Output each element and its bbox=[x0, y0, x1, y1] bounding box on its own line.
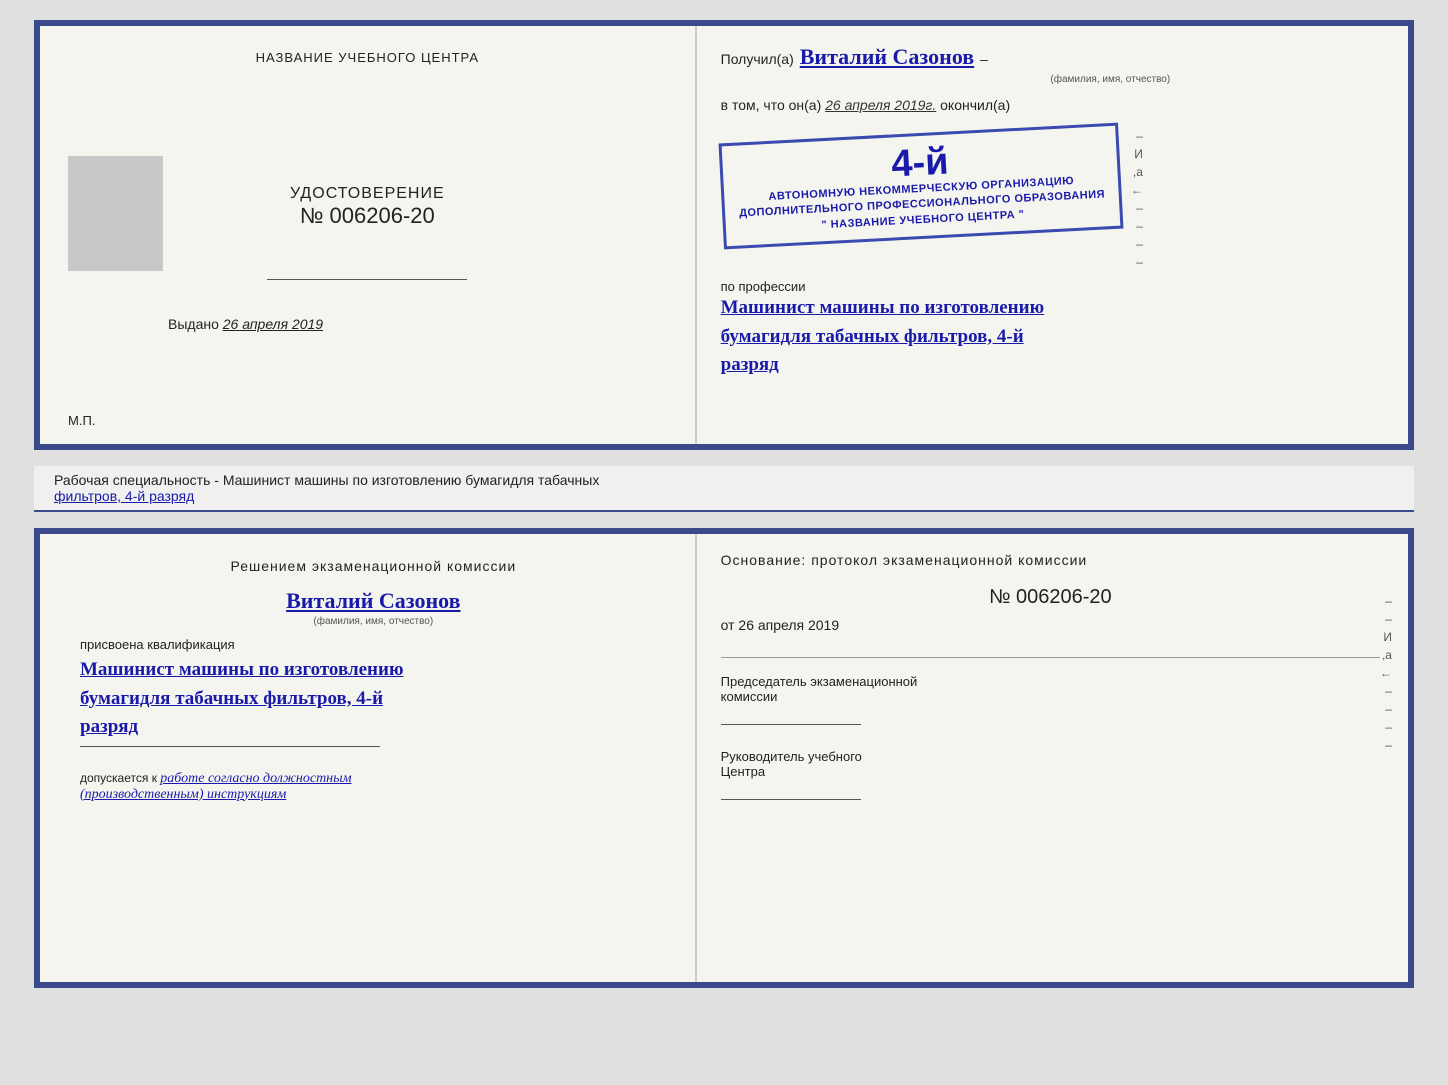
profession-label: по профессии bbox=[721, 279, 1380, 294]
training-center-label: НАЗВАНИЕ УЧЕБНОГО ЦЕНТРА bbox=[256, 50, 479, 65]
protocol-date-value: 26 апреля 2019 bbox=[738, 617, 839, 633]
certificate-block: УДОСТОВЕРЕНИЕ № 006206-20 bbox=[290, 185, 445, 229]
b-mark-dash5: – bbox=[1385, 720, 1392, 734]
date-prefix: в том, что он(а) bbox=[721, 97, 822, 113]
bottom-left-title: Решением экзаменационной комиссии bbox=[230, 558, 516, 574]
stamp-area: 4-й АВТОНОМНУЮ НЕКОММЕРЧЕСКУЮ ОРГАНИЗАЦИ… bbox=[721, 125, 1380, 269]
stamp-box: 4-й АВТОНОМНУЮ НЕКОММЕРЧЕСКУЮ ОРГАНИЗАЦИ… bbox=[718, 123, 1123, 250]
mark-dash3: – bbox=[1136, 219, 1143, 233]
recipient-line: Получил(а) Виталий Сазонов – bbox=[721, 44, 1380, 70]
b-mark-arrow: ← bbox=[1380, 666, 1392, 680]
top-document: НАЗВАНИЕ УЧЕБНОГО ЦЕНТРА УДОСТОВЕРЕНИЕ №… bbox=[34, 20, 1414, 450]
issued-label: Выдано bbox=[168, 316, 219, 332]
chairman-sig-line bbox=[721, 724, 861, 725]
issued-date: 26 апреля 2019 bbox=[223, 316, 323, 332]
cert-title: УДОСТОВЕРЕНИЕ bbox=[290, 185, 445, 203]
bottom-doc-right: Основание: протокол экзаменационной коми… bbox=[697, 534, 1408, 982]
qual-line1: Машинист машины по изготовлению bbox=[80, 656, 403, 685]
caption-bar: Рабочая специальность - Машинист машины … bbox=[34, 466, 1414, 512]
date-value: 26 апреля 2019г. bbox=[825, 97, 936, 113]
allowed-text: работе согласно должностным bbox=[160, 771, 351, 786]
date-line: в том, что он(а) 26 апреля 2019г. окончи… bbox=[721, 97, 1380, 113]
recipient-prefix: Получил(а) bbox=[721, 51, 794, 67]
profession-line2: бумагидля табачных фильтров, 4-й bbox=[721, 323, 1380, 352]
qual-divider bbox=[80, 746, 380, 747]
right-marks-bottom: – – И ,а ← – – – – bbox=[1380, 594, 1392, 752]
caption-underline: фильтров, 4-й разряд bbox=[54, 488, 194, 504]
bottom-document: Решением экзаменационной комиссии Витали… bbox=[34, 528, 1414, 988]
qual-line3: разряд bbox=[80, 713, 138, 742]
protocol-date-prefix: от bbox=[721, 617, 735, 633]
chairman-title: Председатель экзаменационной bbox=[721, 674, 1380, 689]
dash1: – bbox=[980, 51, 988, 67]
profession-line1: Машинист машины по изготовлению bbox=[721, 294, 1380, 323]
caption-text: Рабочая специальность - Машинист машины … bbox=[54, 472, 599, 488]
mark-dash4: – bbox=[1136, 237, 1143, 251]
divider-line bbox=[267, 279, 467, 280]
top-doc-right: Получил(а) Виталий Сазонов – (фамилия, и… bbox=[697, 26, 1408, 444]
allowed-text2: (производственным) инструкциям bbox=[80, 787, 286, 803]
director-block: Руководитель учебного Центра bbox=[721, 749, 1380, 800]
b-mark-dash1: – bbox=[1385, 594, 1392, 608]
mark-and: И bbox=[1134, 147, 1143, 161]
basis-title: Основание: протокол экзаменационной коми… bbox=[721, 552, 1380, 568]
photo-placeholder bbox=[68, 156, 163, 271]
recipient-name: Виталий Сазонов bbox=[800, 44, 974, 70]
b-mark-a: ,а bbox=[1382, 648, 1392, 662]
b-mark-and: И bbox=[1383, 630, 1392, 644]
profession-line3: разряд bbox=[721, 351, 1380, 380]
mark-arrow: ← bbox=[1131, 183, 1143, 197]
mark-dash2: – bbox=[1136, 201, 1143, 215]
mark-a: ,а bbox=[1133, 165, 1143, 179]
protocol-date: от 26 апреля 2019 bbox=[721, 617, 1380, 633]
bottom-field-label: (фамилия, имя, отчество) bbox=[313, 616, 433, 627]
mark-dash5: – bbox=[1136, 255, 1143, 269]
chairman-title2: комиссии bbox=[721, 689, 1380, 704]
allowed-line: допускается к работе согласно должностны… bbox=[80, 771, 352, 787]
director-title: Руководитель учебного bbox=[721, 749, 1380, 764]
date-suffix: окончил(а) bbox=[940, 97, 1010, 113]
b-mark-dash4: – bbox=[1385, 702, 1392, 716]
mark-dash1: – bbox=[1136, 129, 1143, 143]
top-doc-left: НАЗВАНИЕ УЧЕБНОГО ЦЕНТРА УДОСТОВЕРЕНИЕ №… bbox=[40, 26, 697, 444]
mp-label: М.П. bbox=[68, 413, 95, 428]
right-marks-top: – И ,а ← – – – – bbox=[1131, 125, 1143, 269]
b-mark-dash2: – bbox=[1385, 612, 1392, 626]
separator bbox=[721, 657, 1380, 658]
recipient-field-label: (фамилия, имя, отчество) bbox=[841, 74, 1380, 85]
b-mark-dash3: – bbox=[1385, 684, 1392, 698]
issued-line: Выдано 26 апреля 2019 bbox=[168, 316, 323, 332]
b-mark-dash6: – bbox=[1385, 738, 1392, 752]
director-sig-line bbox=[721, 799, 861, 800]
cert-number: № 006206-20 bbox=[290, 203, 445, 229]
qualification-label: присвоена квалификация bbox=[80, 637, 235, 652]
allowed-prefix: допускается к bbox=[80, 771, 157, 785]
qual-line2: бумагидля табачных фильтров, 4-й bbox=[80, 685, 383, 714]
chairman-block: Председатель экзаменационной комиссии bbox=[721, 674, 1380, 725]
bottom-name: Виталий Сазонов bbox=[286, 588, 460, 614]
protocol-number: № 006206-20 bbox=[721, 586, 1380, 609]
bottom-doc-left: Решением экзаменационной комиссии Витали… bbox=[40, 534, 697, 982]
director-title2: Центра bbox=[721, 764, 1380, 779]
